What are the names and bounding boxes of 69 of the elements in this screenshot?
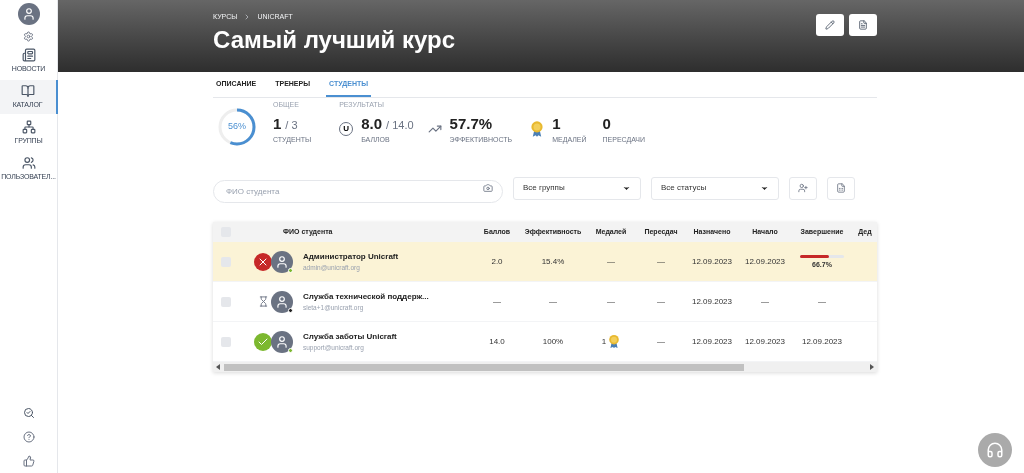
spreadsheet-icon — [836, 183, 846, 193]
course-title: Самый лучший курс — [213, 27, 457, 52]
cross-icon — [254, 252, 272, 271]
table-cell-text: 12.09.2023 — [690, 255, 733, 268]
user-plus-icon — [798, 183, 808, 193]
stat-value: 57.7% — [449, 113, 493, 134]
settings-icon[interactable] — [23, 31, 34, 42]
horizontal-scrollbar[interactable] — [213, 362, 877, 372]
table-cell: 12.09.2023 — [801, 335, 842, 348]
scroll-left-icon[interactable] — [216, 364, 221, 370]
stat-value: 1 — [552, 113, 561, 134]
table-cell-text: 12.09.2023 — [743, 335, 786, 348]
check-icon — [254, 332, 272, 351]
edit-button[interactable] — [816, 14, 844, 36]
support-button[interactable] — [978, 433, 1012, 467]
checkbox[interactable] — [221, 296, 231, 307]
table-cell-text: 14.0 — [488, 335, 506, 348]
newspaper-icon — [21, 47, 36, 62]
search-field[interactable]: ФИО студента — [213, 179, 503, 203]
users-icon — [21, 155, 36, 170]
status-dropdown[interactable]: Все статусы — [651, 176, 779, 200]
table-cell-text: — — [656, 255, 666, 268]
medal-icon — [530, 120, 545, 139]
table-cell: — — [818, 295, 826, 308]
thumbs-up-icon[interactable] — [22, 455, 35, 467]
table-cell-text: 12.09.2023 — [743, 255, 786, 268]
groups-dropdown[interactable]: Все группы — [513, 176, 641, 200]
table-cell: — — [607, 255, 615, 268]
table-cell-text: 15.4% — [540, 255, 566, 268]
hourglass-icon — [257, 296, 269, 307]
headset-icon — [986, 441, 1004, 459]
table-cell: 1 — [601, 335, 607, 348]
help-icon[interactable] — [22, 431, 35, 443]
spreadsheet-button[interactable] — [827, 176, 855, 200]
table-cell-text: 12.09.2023 — [690, 335, 733, 348]
progress-reading: 56% — [228, 120, 246, 134]
camera-icon[interactable] — [483, 182, 493, 193]
scroll-right-icon[interactable] — [869, 364, 874, 370]
stat-total: / 3 — [285, 117, 298, 133]
zoom-text-icon[interactable] — [22, 407, 35, 419]
table-cell-text: 2.0 — [490, 255, 504, 268]
document-icon — [858, 20, 868, 30]
checkbox[interactable] — [221, 336, 231, 347]
avatar-icon[interactable] — [17, 3, 40, 25]
table-cell-text: 100% — [541, 335, 565, 348]
scrollbar-thumb[interactable] — [224, 363, 744, 371]
table-cell-text: — — [492, 295, 502, 308]
student-name[interactable]: Служба заботы Unicraft — [303, 330, 397, 343]
add-user-button[interactable] — [789, 176, 817, 200]
stat-value: 0 — [602, 113, 611, 134]
stat-total: / 14.0 — [386, 117, 414, 133]
table-cell-text: — — [760, 295, 770, 308]
medal-icon — [608, 334, 621, 349]
student-name[interactable]: Администратор Unicraft — [303, 250, 399, 263]
table-cell-text: — — [656, 335, 666, 348]
table-cell-text: — — [656, 295, 666, 308]
stat-value: 8.0 — [361, 113, 383, 134]
avatar-icon — [271, 330, 293, 353]
document-button[interactable] — [849, 14, 877, 36]
avatar-icon — [271, 250, 293, 273]
table-cell-text: 12.09.2023 — [690, 295, 733, 308]
avatar-icon — [271, 290, 293, 313]
stat-value: 1 — [273, 113, 282, 134]
book-icon — [20, 83, 35, 98]
network-icon — [21, 119, 36, 134]
table-cell: — — [607, 295, 615, 308]
pencil-icon — [825, 20, 835, 30]
table-cell-text: — — [548, 295, 558, 308]
student-name[interactable]: Служба технической поддерж... — [303, 290, 429, 303]
